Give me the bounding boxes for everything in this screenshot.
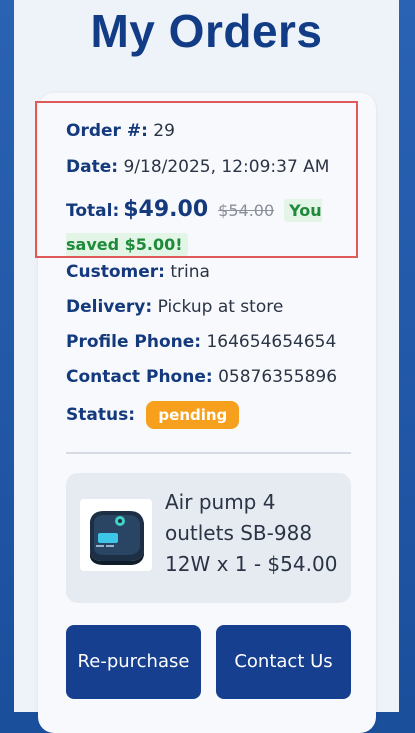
status-row: Status: pending (66, 401, 240, 429)
delivery-row: Delivery: Pickup at store (66, 297, 283, 317)
order-item: Air pump 4 outlets SB-988 12W x 1 - $54.… (66, 473, 351, 603)
highlight-box (35, 101, 358, 258)
contact-phone-label: Contact Phone: (66, 367, 213, 387)
profile-phone-label: Profile Phone: (66, 332, 202, 352)
background-left (0, 0, 14, 712)
delivery-value: Pickup at store (157, 297, 284, 317)
customer-value: trina (170, 262, 210, 282)
repurchase-button[interactable]: Re-purchase (66, 625, 201, 699)
delivery-label: Delivery: (66, 297, 153, 317)
status-label: Status: (66, 405, 135, 425)
profile-phone-value: 164654654654 (206, 332, 337, 352)
air-pump-image (80, 499, 152, 571)
contact-phone-value: 05876355896 (218, 367, 338, 387)
customer-row: Customer: trina (66, 262, 210, 282)
background-right (399, 0, 415, 712)
status-badge: pending (146, 401, 240, 429)
page-title: My Orders (90, 5, 323, 57)
customer-label: Customer: (66, 262, 165, 282)
contact-us-button[interactable]: Contact Us (216, 625, 351, 699)
divider (66, 452, 351, 454)
orders-page: My Orders Order #: 29 Date: 9/18/2025, 1… (14, 0, 399, 733)
contact-phone-row: Contact Phone: 05876355896 (66, 367, 337, 387)
profile-phone-row: Profile Phone: 164654654654 (66, 332, 336, 352)
item-description: Air pump 4 outlets SB-988 12W x 1 - $54.… (165, 490, 338, 576)
